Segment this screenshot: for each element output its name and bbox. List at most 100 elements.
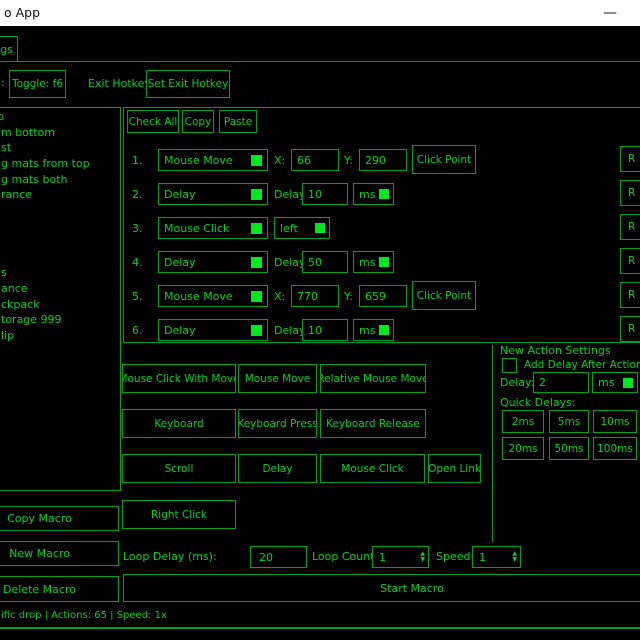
tab-settings[interactable]: gs xyxy=(0,36,18,62)
click-point-button[interactable]: Click Point xyxy=(412,281,476,310)
mouse-button-value: left xyxy=(280,222,298,235)
copy-button[interactable]: Copy xyxy=(182,110,214,133)
click-point-button[interactable]: Click Point xyxy=(412,145,476,174)
quick-delay-50ms-button[interactable]: 50ms xyxy=(549,437,589,460)
stepper-arrows[interactable]: ▲ ▼ xyxy=(420,551,425,563)
y-value: 290 xyxy=(365,154,386,167)
new-macro-button[interactable]: New Macro xyxy=(0,541,119,566)
stepper-down-icon[interactable]: ▼ xyxy=(420,557,425,563)
remove-button[interactable]: R xyxy=(620,146,640,172)
unit-dropdown[interactable]: ms xyxy=(353,183,394,205)
add-open-link-button[interactable]: Open Link xyxy=(428,454,481,483)
action-type-value: Mouse Move xyxy=(164,154,233,167)
action-row: 1. Mouse Move X: 66 Y: 290 Click Point R xyxy=(0,149,640,179)
x-input[interactable]: 770 xyxy=(291,285,339,307)
status-bar-border xyxy=(0,627,640,629)
remove-button[interactable]: R xyxy=(620,248,640,274)
action-type-dropdown[interactable]: Mouse Move xyxy=(158,149,268,171)
loop-delay-input[interactable]: 20 xyxy=(250,546,307,568)
unit-dropdown[interactable]: ms xyxy=(353,319,394,341)
add-keyboard-release-button[interactable]: Keyboard Release xyxy=(320,409,426,438)
add-mouse-click-button[interactable]: Mouse Click xyxy=(320,454,425,483)
add-delay-checkbox[interactable] xyxy=(502,358,517,373)
action-number: 3. xyxy=(132,222,143,235)
action-number: 2. xyxy=(132,188,143,201)
menu-underline xyxy=(0,61,640,62)
loop-count-label: Loop Count: xyxy=(312,550,378,563)
add-right-click-button[interactable]: Right Click xyxy=(122,500,236,529)
delay-label: Delay xyxy=(274,188,306,201)
add-delay-checkbox-label: Add Delay After Action xyxy=(524,359,640,371)
remove-button[interactable]: R xyxy=(620,214,640,240)
delete-macro-button[interactable]: Delete Macro xyxy=(0,576,119,602)
action-type-dropdown[interactable]: Delay xyxy=(158,251,268,273)
delay-value: 10 xyxy=(308,324,322,337)
add-keyboard-button[interactable]: Keyboard xyxy=(122,409,236,438)
stepper-down-icon[interactable]: ▼ xyxy=(512,557,517,563)
quick-delay-100ms-button[interactable]: 100ms xyxy=(593,437,637,460)
new-action-delay-input[interactable]: 2 xyxy=(533,372,589,393)
x-input[interactable]: 66 xyxy=(291,149,339,171)
add-mouse-move-button[interactable]: Mouse Move xyxy=(238,364,317,393)
quick-delay-5ms-button[interactable]: 5ms xyxy=(549,410,589,433)
add-delay-button[interactable]: Delay xyxy=(238,454,317,483)
action-type-value: Delay xyxy=(164,188,196,201)
action-type-dropdown[interactable]: Delay xyxy=(158,183,268,205)
toggle-hotkey-button[interactable]: Toggle: f6 xyxy=(9,70,66,98)
delay-input[interactable]: 50 xyxy=(302,251,348,273)
action-type-dropdown[interactable]: Mouse Move xyxy=(158,285,268,307)
remove-button[interactable]: R xyxy=(620,180,640,206)
set-exit-hotkey-button[interactable]: Set Exit Hotkey xyxy=(146,70,230,98)
speed-label: Speed: xyxy=(436,550,474,563)
speed-stepper[interactable]: 1 ▲ ▼ xyxy=(472,546,521,568)
new-action-unit-dropdown[interactable]: ms xyxy=(592,372,638,393)
y-input[interactable]: 290 xyxy=(359,149,407,171)
delay-value: 10 xyxy=(308,188,322,201)
remove-button[interactable]: R xyxy=(620,316,640,342)
quick-delay-20ms-button[interactable]: 20ms xyxy=(502,437,544,460)
copy-macro-button[interactable]: Copy Macro xyxy=(0,506,119,531)
remove-button[interactable]: R xyxy=(620,282,640,308)
unit-dropdown[interactable]: ms xyxy=(353,251,394,273)
status-bar-text: ific drop | Actions: 65 | Speed: 1x xyxy=(1,610,167,621)
dropdown-square-icon xyxy=(251,155,262,166)
panel-divider xyxy=(492,345,493,542)
action-number: 1. xyxy=(132,154,143,167)
new-action-delay-value: 2 xyxy=(539,376,546,389)
action-number: 5. xyxy=(132,290,143,303)
loop-delay-label: Loop Delay (ms): xyxy=(123,550,217,563)
delay-input[interactable]: 10 xyxy=(302,183,348,205)
add-keyboard-press-button[interactable]: Keyboard Press xyxy=(238,409,317,438)
macro-list-item[interactable]: m bottom xyxy=(0,125,120,141)
delay-input[interactable]: 10 xyxy=(302,319,348,341)
add-mouse-click-with-move-button[interactable]: Mouse Click With Move xyxy=(122,364,236,393)
check-all-button[interactable]: Check All xyxy=(127,110,179,133)
quick-delay-10ms-button[interactable]: 10ms xyxy=(593,410,637,433)
dropdown-square-icon xyxy=(315,223,325,233)
dropdown-square-icon xyxy=(379,325,389,335)
new-action-unit-value: ms xyxy=(598,376,614,389)
new-action-delay-label: Delay: xyxy=(500,376,534,389)
loop-count-stepper[interactable]: 1 ▲ ▼ xyxy=(372,546,429,568)
exit-hotkey-label: Exit Hotkey: xyxy=(88,77,154,90)
x-value: 66 xyxy=(297,154,311,167)
dropdown-square-icon xyxy=(251,325,262,336)
add-relative-mouse-move-button[interactable]: Relative Mouse Move xyxy=(320,364,426,393)
y-input[interactable]: 659 xyxy=(359,285,407,307)
unit-value: ms xyxy=(359,256,375,269)
action-type-dropdown[interactable]: Mouse Click xyxy=(158,217,268,239)
action-type-dropdown[interactable]: Delay xyxy=(158,319,268,341)
add-scroll-button[interactable]: Scroll xyxy=(122,454,236,483)
stepper-arrows[interactable]: ▲ ▼ xyxy=(512,551,517,563)
mouse-button-dropdown[interactable]: left xyxy=(274,217,330,239)
action-row: 3. Mouse Click left R xyxy=(0,217,640,247)
action-type-value: Mouse Move xyxy=(164,290,233,303)
dropdown-square-icon xyxy=(251,257,262,268)
paste-button[interactable]: Paste xyxy=(219,110,257,133)
action-type-value: Delay xyxy=(164,256,196,269)
titlebar: o App — xyxy=(0,0,640,26)
start-macro-button[interactable]: Start Macro xyxy=(123,574,640,602)
quick-delay-2ms-button[interactable]: 2ms xyxy=(502,410,544,433)
minimize-icon[interactable]: — xyxy=(596,1,624,25)
macro-list-item[interactable]: p xyxy=(0,109,120,125)
